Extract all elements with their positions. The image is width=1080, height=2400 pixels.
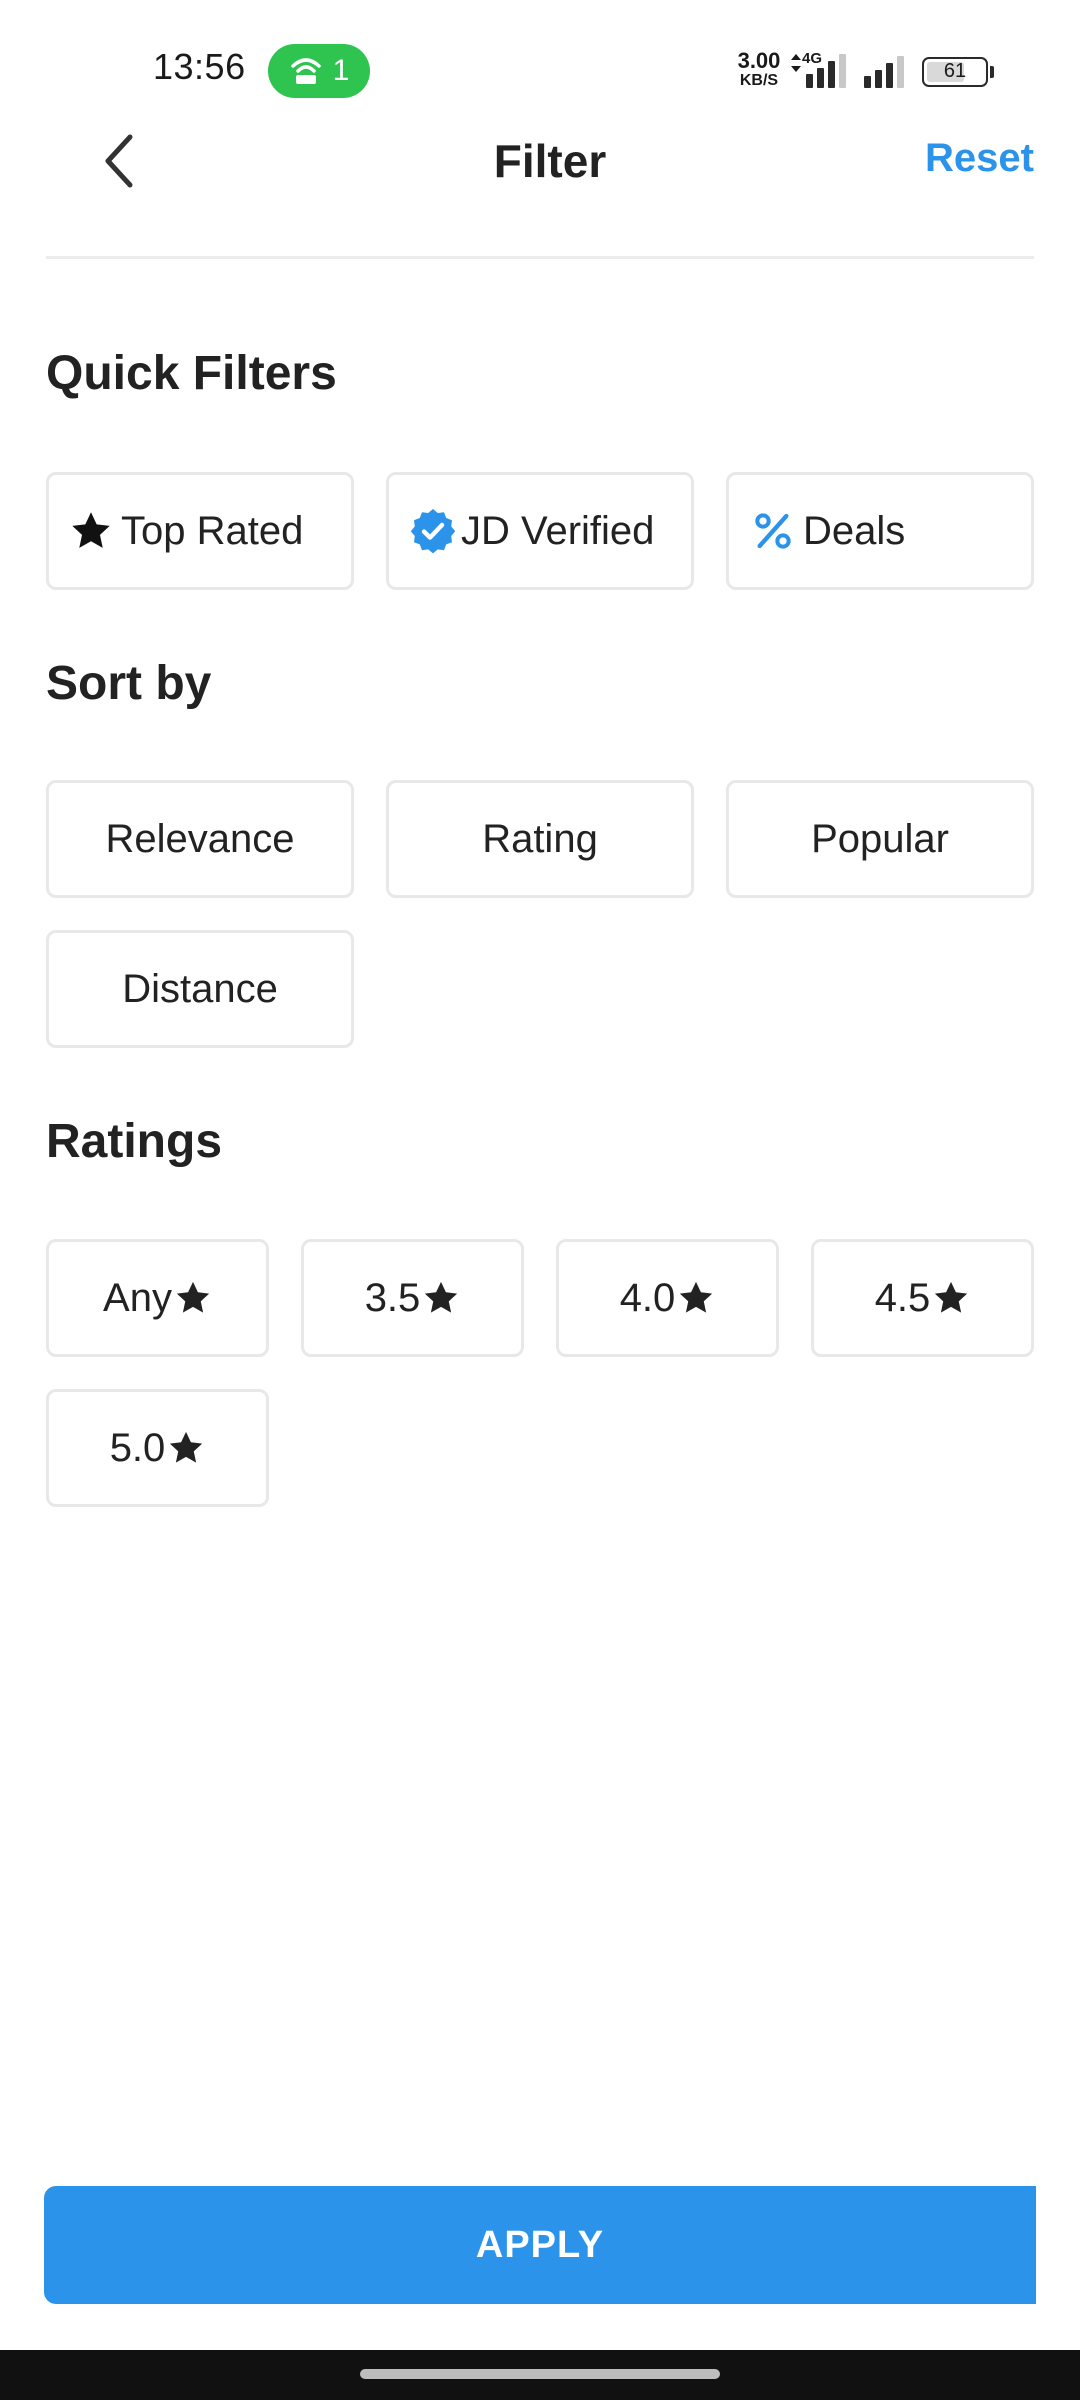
rating-option-4-5[interactable]: 4.5 <box>811 1239 1034 1357</box>
header-divider <box>46 256 1034 259</box>
network-speed-unit: KB/S <box>739 72 779 89</box>
hotspot-indicator: 1 <box>268 44 370 98</box>
ratings-title: Ratings <box>46 1115 223 1168</box>
star-icon <box>174 1279 212 1317</box>
home-indicator[interactable] <box>360 2369 720 2379</box>
status-bar: 13:56 1 3.00 KB/S 4G 61 <box>0 0 1080 130</box>
rating-option-label: 3.5 <box>364 1275 421 1320</box>
battery-level: 61 <box>943 60 967 82</box>
sort-option-popular[interactable]: Popular <box>726 780 1034 898</box>
page-title: Filter <box>493 135 607 187</box>
sort-option-label: Relevance <box>105 816 295 861</box>
sort-option-distance[interactable]: Distance <box>46 930 354 1048</box>
rating-option-any[interactable]: Any <box>46 1239 269 1357</box>
sort-option-label: Distance <box>122 966 278 1011</box>
star-icon <box>167 1429 205 1467</box>
sort-by-title: Sort by <box>46 657 212 710</box>
sort-option-label: Popular <box>811 816 949 861</box>
rating-option-label: 4.0 <box>619 1275 676 1320</box>
data-arrows-icon <box>791 54 801 72</box>
signal-strength-icon-sim2 <box>864 52 904 88</box>
star-icon <box>69 509 113 553</box>
rating-option-label: Any <box>103 1275 172 1320</box>
apply-button[interactable]: APPLY <box>44 2186 1036 2304</box>
quick-filter-deals[interactable]: Deals <box>726 472 1034 590</box>
sort-option-rating[interactable]: Rating <box>386 780 694 898</box>
sort-option-relevance[interactable]: Relevance <box>46 780 354 898</box>
network-speed-value: 3.00 <box>737 48 781 73</box>
battery-icon: 61 <box>922 57 988 87</box>
rating-option-5-0[interactable]: 5.0 <box>46 1389 269 1507</box>
filter-screen: 13:56 1 3.00 KB/S 4G 61 Filter Reset Qui… <box>0 0 1080 2400</box>
rating-option-label: 5.0 <box>109 1425 166 1470</box>
quick-filter-label: Deals <box>803 508 906 553</box>
rating-option-label: 4.5 <box>874 1275 931 1320</box>
star-icon <box>422 1279 460 1317</box>
rating-option-3-5[interactable]: 3.5 <box>301 1239 524 1357</box>
network-speed: 3.00 KB/S <box>731 50 787 89</box>
star-icon <box>677 1279 715 1317</box>
battery-tip <box>990 66 994 78</box>
star-icon <box>932 1279 970 1317</box>
rating-option-4-0[interactable]: 4.0 <box>556 1239 779 1357</box>
sort-option-label: Rating <box>482 816 598 861</box>
verified-badge-icon <box>409 507 457 555</box>
hotspot-count: 1 <box>332 54 350 87</box>
quick-filters-title: Quick Filters <box>46 347 337 400</box>
reset-button[interactable]: Reset <box>925 136 1034 181</box>
quick-filter-jd-verified[interactable]: JD Verified <box>386 472 694 590</box>
quick-filter-top-rated[interactable]: Top Rated <box>46 472 354 590</box>
quick-filter-label: JD Verified <box>461 508 655 553</box>
signal-strength-icon-sim1 <box>806 52 846 88</box>
status-time: 13:56 <box>153 46 246 87</box>
hotspot-icon <box>290 58 321 84</box>
quick-filter-label: Top Rated <box>121 508 304 553</box>
percent-icon <box>753 511 793 551</box>
